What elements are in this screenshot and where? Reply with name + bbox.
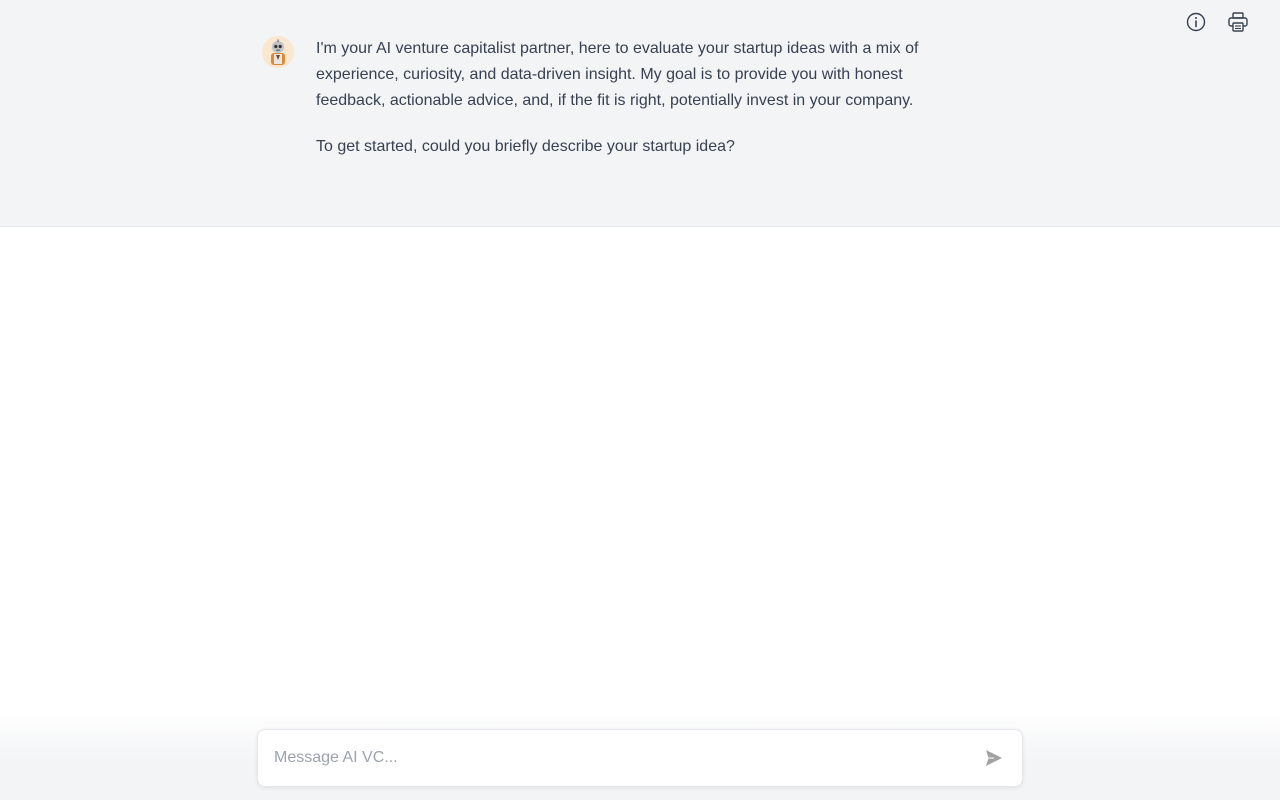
vc-avatar [262,36,294,68]
message-input[interactable] [258,730,982,786]
header-actions [1184,10,1250,34]
message-paragraph: To get started, could you briefly descri… [316,138,735,155]
message-paragraph: I'm your AI venture capitalist partner, … [316,40,919,109]
message-composer [257,729,1023,787]
assistant-message-body: I'm your AI venture capitalist partner, … [316,36,962,180]
assistant-message-band: I'm your AI venture capitalist partner, … [0,0,1280,227]
assistant-message: I'm your AI venture capitalist partner, … [262,36,962,180]
info-icon [1186,12,1206,32]
print-icon [1228,12,1248,32]
send-button[interactable] [982,746,1006,770]
robot-avatar-icon [262,36,294,68]
chat-page: I'm your AI venture capitalist partner, … [0,0,1280,800]
send-icon [986,750,1002,766]
print-button[interactable] [1226,10,1250,34]
info-button[interactable] [1184,10,1208,34]
